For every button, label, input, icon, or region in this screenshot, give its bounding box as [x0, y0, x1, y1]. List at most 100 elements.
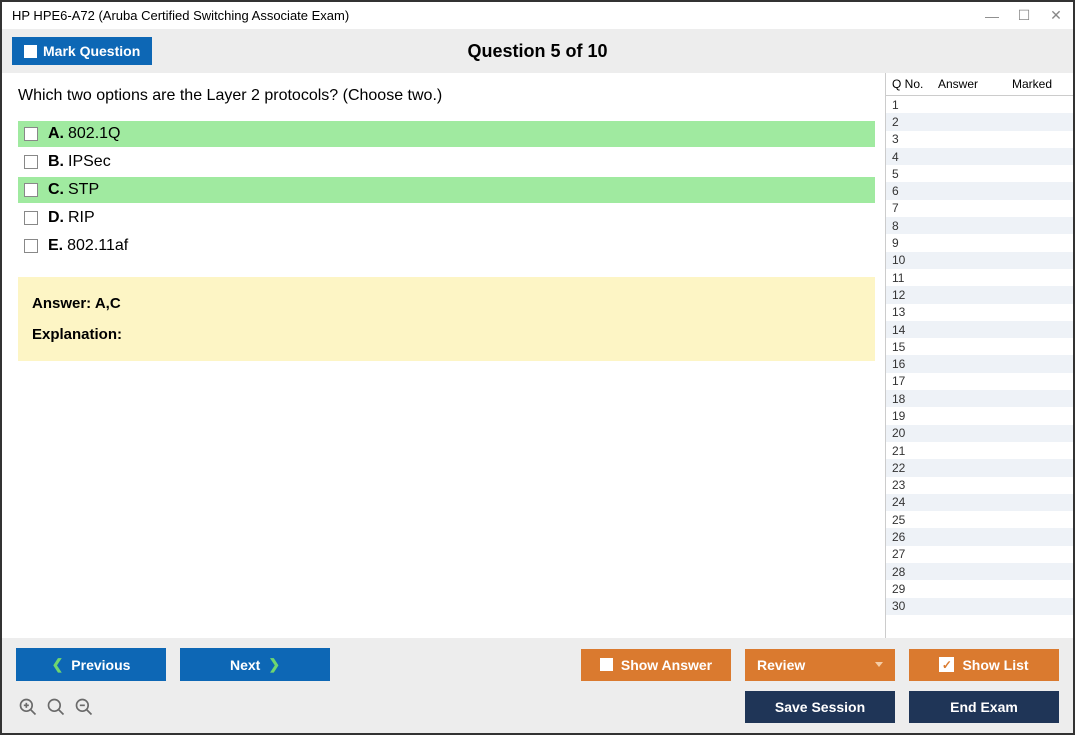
option-row[interactable]: A. 802.1Q	[18, 121, 875, 147]
maximize-icon[interactable]: ☐	[1017, 9, 1031, 23]
question-row[interactable]: 23	[886, 477, 1073, 494]
show-list-button[interactable]: ✓ Show List	[909, 649, 1059, 681]
question-row[interactable]: 25	[886, 511, 1073, 528]
question-row[interactable]: 30	[886, 598, 1073, 615]
option-row[interactable]: C. STP	[18, 177, 875, 203]
question-row[interactable]: 12	[886, 286, 1073, 303]
header-answer: Answer	[938, 77, 1012, 91]
toolbar: Mark Question Question 5 of 10	[2, 29, 1073, 73]
option-row[interactable]: D. RIP	[18, 205, 875, 231]
question-row[interactable]: 15	[886, 338, 1073, 355]
question-row[interactable]: 1	[886, 96, 1073, 113]
zoom-in-icon[interactable]	[46, 697, 66, 717]
header-qno: Q No.	[892, 77, 938, 91]
chevron-left-icon: ❮	[52, 656, 64, 673]
header-marked: Marked	[1012, 77, 1067, 91]
minimize-icon[interactable]: —	[985, 9, 999, 23]
question-row[interactable]: 28	[886, 563, 1073, 580]
option-row[interactable]: B. IPSec	[18, 149, 875, 175]
question-number: 13	[892, 305, 938, 319]
option-checkbox[interactable]	[24, 127, 38, 141]
question-row[interactable]: 14	[886, 321, 1073, 338]
question-row[interactable]: 8	[886, 217, 1073, 234]
question-number: 2	[892, 115, 938, 129]
question-counter: Question 5 of 10	[467, 41, 607, 62]
question-number: 15	[892, 340, 938, 354]
save-session-button[interactable]: Save Session	[745, 691, 895, 723]
question-list[interactable]: 1234567891011121314151617181920212223242…	[886, 96, 1073, 638]
question-number: 25	[892, 513, 938, 527]
titlebar: HP HPE6-A72 (Aruba Certified Switching A…	[2, 2, 1073, 29]
checkbox-icon	[24, 45, 37, 58]
checkbox-checked-icon: ✓	[939, 657, 954, 672]
question-number: 6	[892, 184, 938, 198]
option-letter: A.	[48, 125, 64, 143]
question-row[interactable]: 16	[886, 355, 1073, 372]
question-row[interactable]: 13	[886, 304, 1073, 321]
question-row[interactable]: 26	[886, 528, 1073, 545]
question-row[interactable]: 7	[886, 200, 1073, 217]
option-checkbox[interactable]	[24, 211, 38, 225]
close-icon[interactable]: ✕	[1049, 9, 1063, 23]
question-row[interactable]: 27	[886, 546, 1073, 563]
question-number: 22	[892, 461, 938, 475]
question-text: Which two options are the Layer 2 protoc…	[18, 87, 875, 105]
option-text: 802.1Q	[68, 125, 120, 143]
option-text: IPSec	[68, 153, 111, 171]
question-row[interactable]: 4	[886, 148, 1073, 165]
show-answer-button[interactable]: Show Answer	[581, 649, 731, 681]
answer-label: Answer:	[32, 295, 91, 312]
question-list-sidebar: Q No. Answer Marked 12345678910111213141…	[885, 73, 1073, 638]
question-number: 1	[892, 98, 938, 112]
question-row[interactable]: 20	[886, 425, 1073, 442]
question-row[interactable]: 10	[886, 252, 1073, 269]
question-row[interactable]: 17	[886, 373, 1073, 390]
question-number: 21	[892, 444, 938, 458]
option-checkbox[interactable]	[24, 155, 38, 169]
question-row[interactable]: 29	[886, 580, 1073, 597]
mark-question-button[interactable]: Mark Question	[12, 37, 152, 65]
next-button[interactable]: Next ❯	[180, 648, 330, 681]
zoom-reset-icon[interactable]	[18, 697, 38, 717]
option-text: 802.11af	[67, 237, 128, 255]
zoom-out-icon[interactable]	[74, 697, 94, 717]
question-row[interactable]: 6	[886, 182, 1073, 199]
question-number: 19	[892, 409, 938, 423]
option-checkbox[interactable]	[24, 183, 38, 197]
question-row[interactable]: 18	[886, 390, 1073, 407]
end-exam-label: End Exam	[950, 699, 1018, 715]
question-row[interactable]: 21	[886, 442, 1073, 459]
option-letter: E.	[48, 237, 63, 255]
save-session-label: Save Session	[775, 699, 865, 715]
question-number: 26	[892, 530, 938, 544]
question-row[interactable]: 2	[886, 113, 1073, 130]
show-list-label: Show List	[962, 657, 1028, 673]
option-checkbox[interactable]	[24, 239, 38, 253]
question-number: 8	[892, 219, 938, 233]
question-row[interactable]: 11	[886, 269, 1073, 286]
question-number: 9	[892, 236, 938, 250]
question-row[interactable]: 24	[886, 494, 1073, 511]
question-number: 23	[892, 478, 938, 492]
previous-label: Previous	[71, 657, 130, 673]
question-row[interactable]: 19	[886, 407, 1073, 424]
option-row[interactable]: E. 802.11af	[18, 233, 875, 259]
end-exam-button[interactable]: End Exam	[909, 691, 1059, 723]
answer-line: Answer: A,C	[32, 295, 861, 312]
question-row[interactable]: 22	[886, 459, 1073, 476]
sidebar-header: Q No. Answer Marked	[886, 73, 1073, 96]
question-row[interactable]: 3	[886, 131, 1073, 148]
bottom-bar: ❮ Previous Next ❯ Show Answer Review ✓ S…	[2, 638, 1073, 733]
question-number: 20	[892, 426, 938, 440]
option-letter: B.	[48, 153, 64, 171]
checkbox-icon	[600, 658, 613, 671]
question-number: 18	[892, 392, 938, 406]
question-number: 4	[892, 150, 938, 164]
question-row[interactable]: 9	[886, 234, 1073, 251]
question-number: 17	[892, 374, 938, 388]
previous-button[interactable]: ❮ Previous	[16, 648, 166, 681]
question-number: 29	[892, 582, 938, 596]
question-number: 30	[892, 599, 938, 613]
question-row[interactable]: 5	[886, 165, 1073, 182]
review-button[interactable]: Review	[745, 649, 895, 681]
